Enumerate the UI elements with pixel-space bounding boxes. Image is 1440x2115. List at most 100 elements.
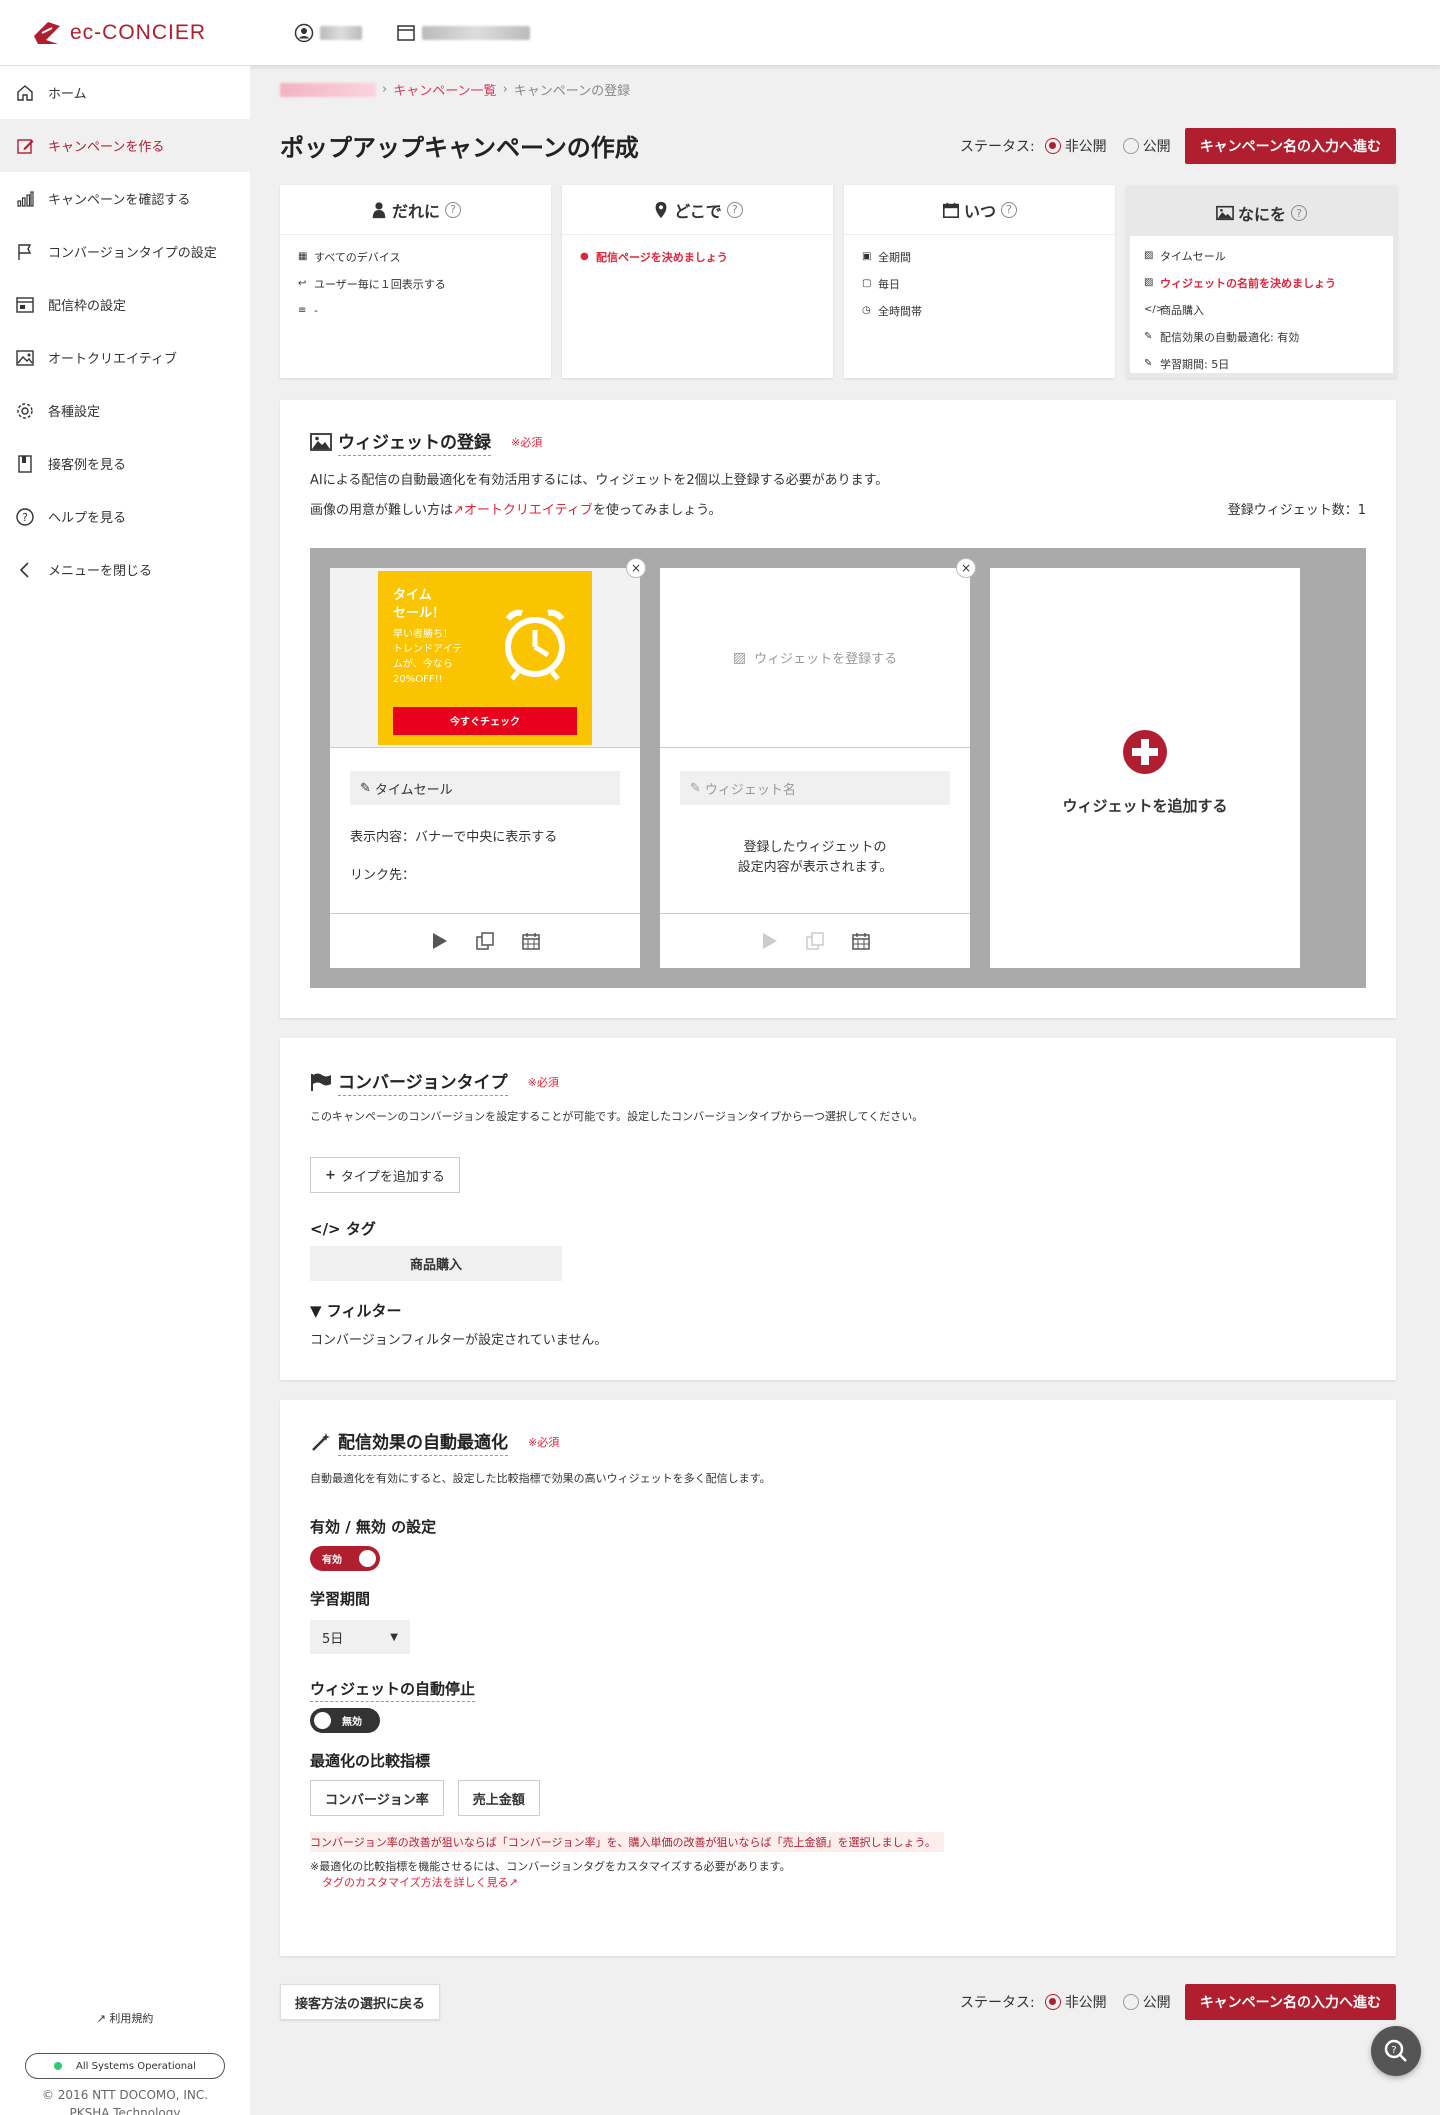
metric-conversion-rate-button[interactable]: コンバージョン率 <box>310 1780 444 1816</box>
widget-name-field[interactable]: ✎ タイムセール <box>350 771 620 805</box>
help-icon[interactable]: ? <box>726 201 743 218</box>
help-icon[interactable]: ? <box>1001 201 1017 218</box>
sidebar-item-auto-creative[interactable]: オートクリエイティブ <box>0 331 250 384</box>
terms-link[interactable]: ↗ 利用規約 <box>0 2010 250 2026</box>
sidebar-item-close-menu[interactable]: メニューを閉じる <box>0 543 250 596</box>
brand-logo[interactable]: ec-CONCIER <box>30 16 260 50</box>
autostop-toggle[interactable]: 無効 <box>310 1708 380 1733</box>
site-selector[interactable] <box>396 23 530 43</box>
add-widget-card[interactable]: ウィジェットを追加する <box>990 568 1300 968</box>
sidebar-item-examples[interactable]: 接客例を見る <box>0 437 250 490</box>
status-private-radio[interactable] <box>1044 138 1061 154</box>
status-public-radio[interactable] <box>1122 1994 1139 2010</box>
banner-body: 早い者勝ち！ トレンドアイテ ムが、今なら 20%OFF!! <box>393 628 463 685</box>
copy-icon <box>806 932 824 950</box>
status-dot-icon <box>54 2062 63 2070</box>
widget-desc-2: 画像の用意が難しい方は↗オートクリエイティブを使ってみましょう。 <box>310 503 722 518</box>
calendar-icon[interactable] <box>521 931 541 951</box>
widget-card[interactable]: タイム セール！ 早い者勝ち！ トレンドアイテ ムが、今なら 20%OFF!! … <box>330 558 646 968</box>
sidebar-item-label: メニューを閉じる <box>48 564 153 579</box>
search-icon: ? <box>1384 2039 1407 2062</box>
metric-note: ※最適化の比較指標を機能させるには、コンバージョンタグをカスタマイズする必要があ… <box>310 1860 791 1873</box>
conversion-panel: コンバージョンタイプ ※必須 このキャンペーンのコンバージョンを設定することが可… <box>280 1038 1396 1380</box>
brand-name: ec-CONCIER <box>70 20 207 44</box>
card-item: ≡ - <box>298 304 318 317</box>
next-step-button[interactable]: キャンペーン名の入力へ進む <box>1184 128 1396 164</box>
widget-section-title: ウィジェットの登録 ※必須 <box>310 428 542 456</box>
close-icon[interactable]: × <box>626 558 646 578</box>
card-when[interactable]: いつ? ▣ 全期間 ▢ 毎日 ◷ 全時間帯 <box>844 185 1115 378</box>
external-link-icon: ↗ <box>96 2012 106 2025</box>
book-icon <box>14 453 36 475</box>
play-icon[interactable] <box>429 931 449 951</box>
sidebar-item-help[interactable]: ? ヘルプを見る <box>0 490 250 543</box>
card-who[interactable]: だれに? ▦ すべてのデバイス ↩ ユーザー毎に１回表示する ≡ - <box>280 185 551 378</box>
magic-wand-icon: ✎ <box>1144 331 1153 342</box>
card-where[interactable]: どこで? ● 配信ページを決めましょう <box>562 185 833 378</box>
sidebar-item-conversion-type[interactable]: コンバージョンタイプの設定 <box>0 225 250 278</box>
auto-creative-link[interactable]: ↗オートクリエイティブ <box>453 503 593 518</box>
metric-sales-button[interactable]: 売上金額 <box>457 1780 540 1816</box>
add-type-button[interactable]: + タイプを追加する <box>310 1157 460 1193</box>
card-item: ▨ タイムセール <box>1144 249 1226 263</box>
breadcrumb-campaign-list[interactable]: キャンペーン一覧 <box>393 80 496 99</box>
breadcrumb-current: キャンペーンの登録 <box>513 84 631 99</box>
widget-banner-preview: タイム セール！ 早い者勝ち！ トレンドアイテ ムが、今なら 20%OFF!! … <box>378 570 592 745</box>
sidebar-item-home[interactable]: ホーム <box>0 66 250 119</box>
widget-register-area[interactable]: ▨ ウィジェットを登録する <box>660 568 970 748</box>
back-button[interactable]: 接客方法の選択に戻る <box>280 1984 441 2020</box>
card-item: </> 商品購入 <box>1144 303 1204 317</box>
widget-info-placeholder: 登録したウィジェットの 設定内容が表示されます。 <box>737 840 893 875</box>
sidebar-item-label: 配信枠の設定 <box>48 299 127 314</box>
map-pin-icon: ● <box>580 251 589 262</box>
sidebar-item-settings[interactable]: 各種設定 <box>0 384 250 437</box>
status-private-radio[interactable] <box>1044 1994 1061 2010</box>
card-item: ↩ ユーザー毎に１回表示する <box>298 277 446 291</box>
system-status-badge[interactable]: All Systems Operational <box>25 2053 225 2079</box>
map-pin-icon <box>655 201 667 218</box>
learning-period-heading: 学習期間 <box>310 1590 371 1608</box>
widget-card[interactable]: ▨ ウィジェットを登録する × ✎ ウィジェット名 登録したウィジェットの 設定内… <box>660 558 976 968</box>
widget-display-info: 表示内容：バナーで中央に表示する <box>350 830 558 845</box>
calendar-icon[interactable] <box>851 931 871 951</box>
user-icon <box>372 201 386 218</box>
banner-title: タイム セール！ <box>393 587 446 621</box>
card-item: ✎ 学習期間: 5日 <box>1144 357 1230 371</box>
status-controls-top: ステータス: 非公開 公開 キャンペーン名の入力へ進む <box>960 128 1396 164</box>
help-icon[interactable]: ? <box>445 201 461 218</box>
sidebar-item-delivery-slot[interactable]: 配信枠の設定 <box>0 278 250 331</box>
user-account[interactable] <box>294 23 362 43</box>
breadcrumb-separator: › <box>502 82 508 97</box>
card-item: ▦ すべてのデバイス <box>298 250 401 264</box>
widget-count: 登録ウィジェット数：1 <box>1227 503 1366 518</box>
sidebar-item-create-campaign[interactable]: キャンペーンを作る <box>0 119 250 172</box>
filter-icon: ▼ <box>310 1302 322 1320</box>
card-item: ▨ ウィジェットの名前を決めましょう <box>1144 276 1336 290</box>
help-icon[interactable]: ? <box>1291 205 1307 221</box>
sidebar-item-label: コンバージョンタイプの設定 <box>48 246 217 261</box>
bar-chart-icon <box>14 188 36 210</box>
svg-text:?: ? <box>1391 2045 1396 2056</box>
status-public-radio[interactable] <box>1122 138 1139 154</box>
logo-mark-icon <box>30 16 64 50</box>
breadcrumb-root-redacted[interactable] <box>280 82 376 97</box>
plus-circle-icon <box>1123 729 1167 774</box>
tag-customize-link[interactable]: タグのカスタマイズ方法を詳しく見る↗ <box>322 1874 518 1890</box>
next-step-button[interactable]: キャンペーン名の入力へ進む <box>1184 1984 1396 2020</box>
widget-desc-1: AIによる配信の自動最適化を有効活用するには、ウィジェットを2個以上登録する必要… <box>310 473 889 488</box>
search-help-fab[interactable]: ? <box>1371 2026 1421 2076</box>
pencil-icon: ✎ <box>360 780 371 796</box>
copy-icon[interactable] <box>475 931 495 951</box>
widget-name-field[interactable]: ✎ ウィジェット名 <box>680 771 950 805</box>
pencil-icon: ✎ <box>690 780 701 796</box>
sidebar-item-check-campaign[interactable]: キャンペーンを確認する <box>0 172 250 225</box>
sidebar-item-label: オートクリエイティブ <box>48 352 177 367</box>
learning-period-select[interactable]: 5日 ▼ <box>310 1620 410 1654</box>
optimization-toggle[interactable]: 有効 <box>310 1546 380 1571</box>
tag-value[interactable]: 商品購入 <box>310 1246 562 1281</box>
breadcrumb: › キャンペーン一覧 › キャンペーンの登録 <box>280 80 630 99</box>
close-icon[interactable]: × <box>956 558 976 578</box>
layout-icon <box>14 294 36 316</box>
card-what[interactable]: なにを? ▨ タイムセール ▨ ウィジェットの名前を決めましょう </> 商品購入 ✎… <box>1126 185 1397 378</box>
autostop-heading: ウィジェットの自動停止 <box>310 1678 476 1702</box>
